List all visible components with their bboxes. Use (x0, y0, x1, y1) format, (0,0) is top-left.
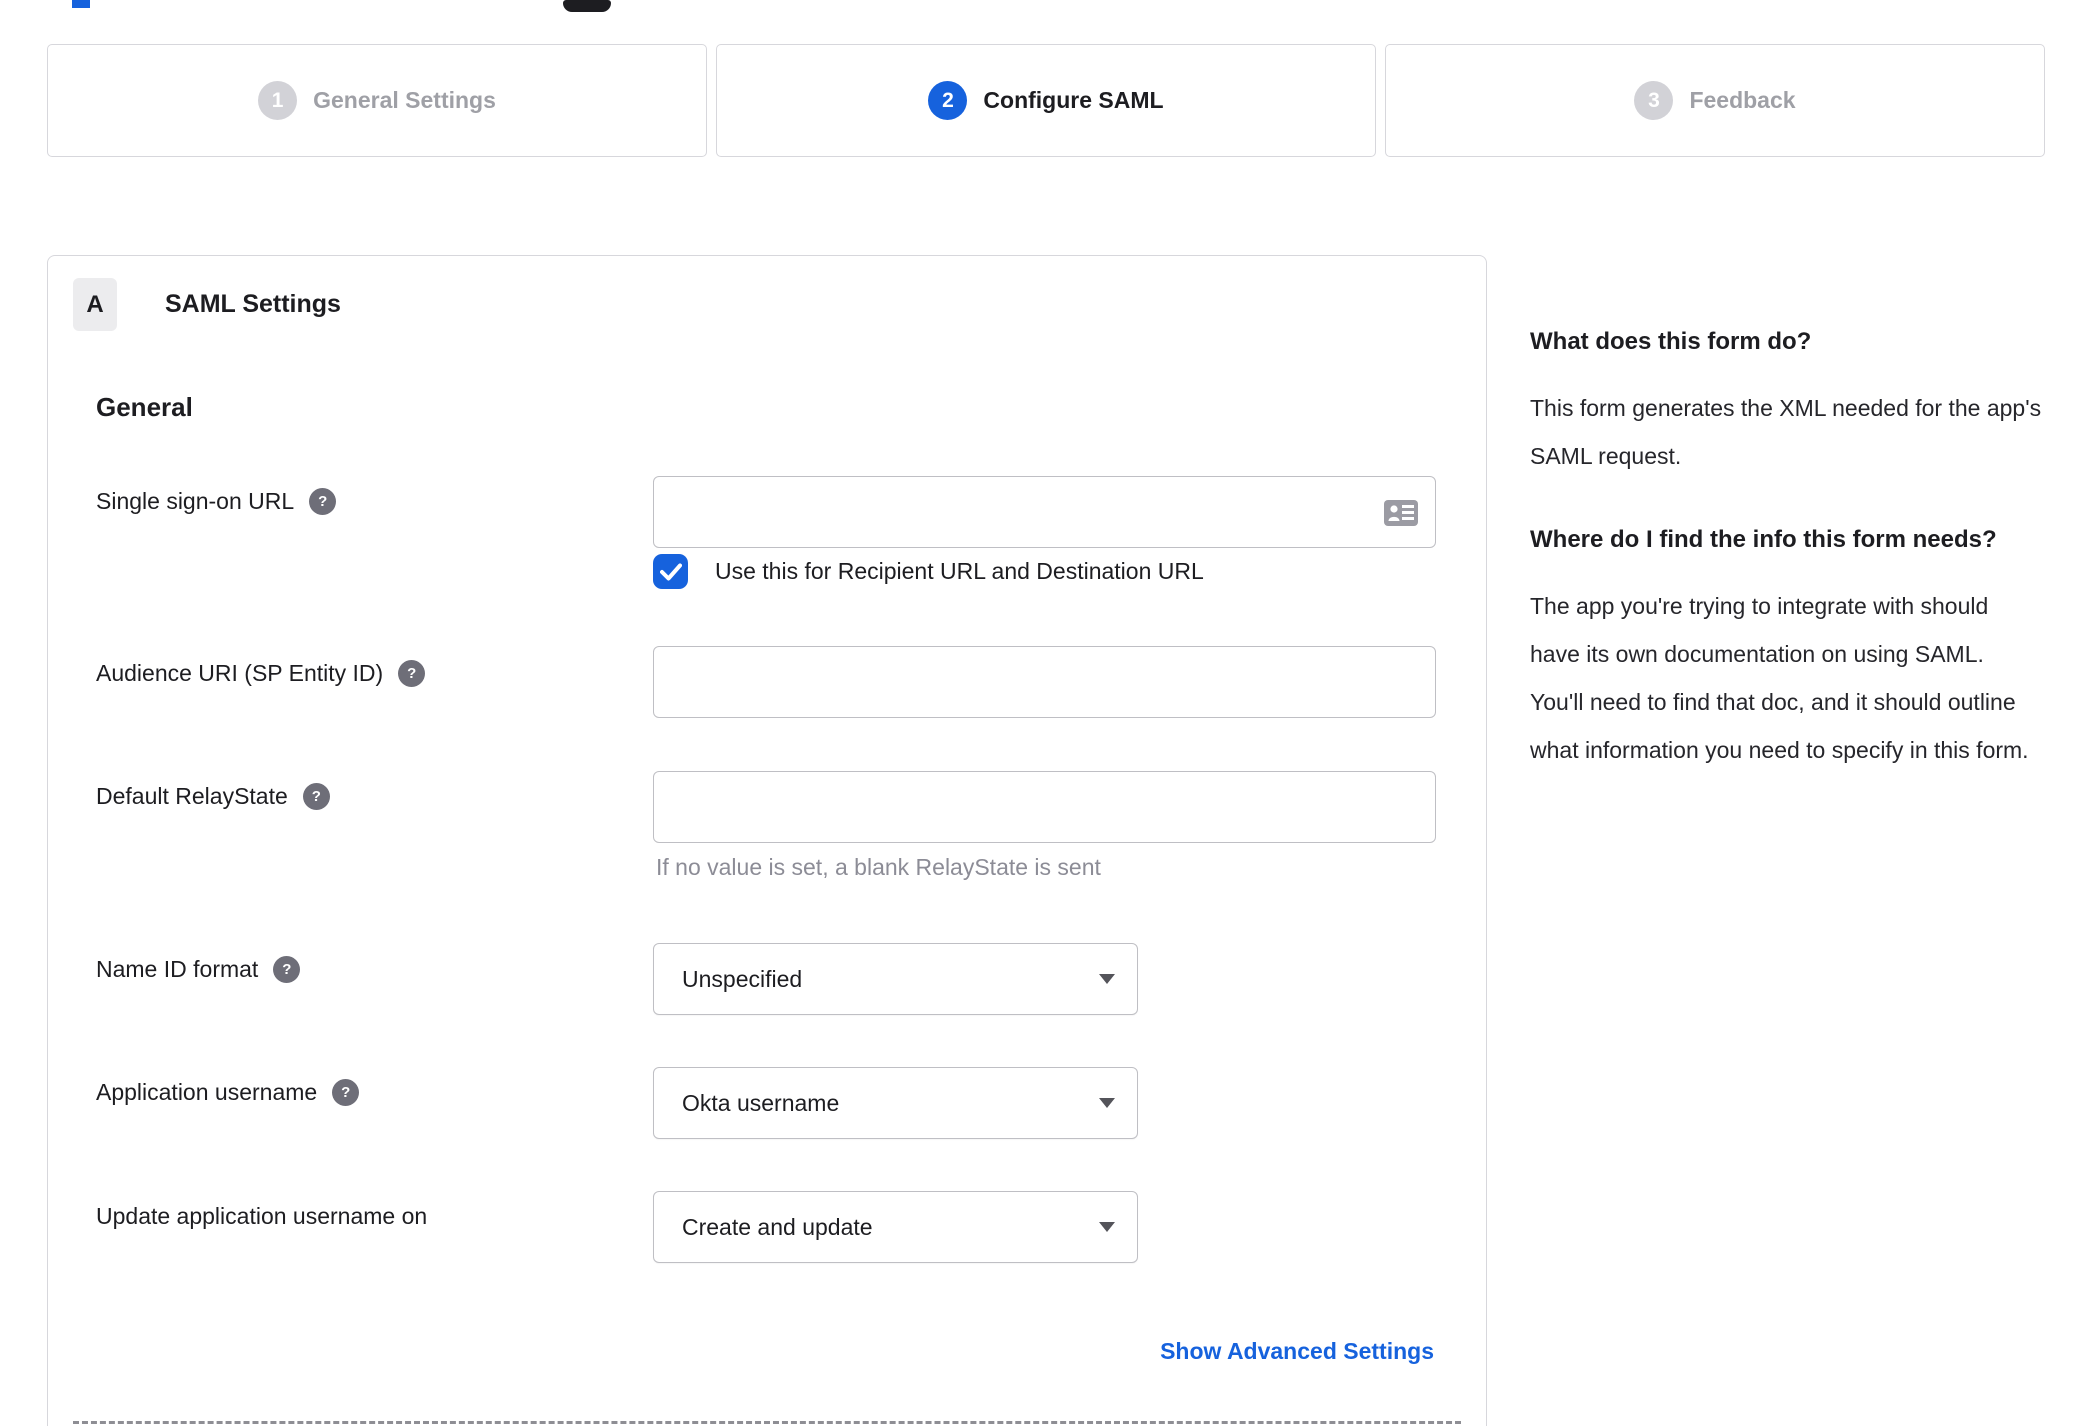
checkbox-label: Use this for Recipient URL and Destinati… (715, 558, 1204, 584)
update-username-on-select[interactable]: Create and update (653, 1191, 1138, 1263)
audience-uri-input[interactable] (654, 647, 1435, 717)
single-sign-on-url-label: Single sign-on URL ? (96, 488, 337, 515)
relaystate-hint: If no value is set, a blank RelayState i… (656, 854, 1101, 880)
help-sidebar: What does this form do? This form genera… (1530, 326, 2042, 818)
help-icon[interactable]: ? (302, 783, 330, 810)
default-relaystate-input[interactable] (654, 772, 1435, 842)
help-icon[interactable]: ? (332, 1079, 360, 1106)
update-username-on-label: Update application username on (96, 1203, 427, 1230)
section-a-badge: A (73, 278, 117, 331)
select-value: Unspecified (682, 965, 803, 992)
help-icon[interactable]: ? (398, 660, 426, 687)
contact-card-icon[interactable] (1383, 498, 1419, 528)
single-sign-on-url-field (653, 476, 1436, 548)
field-label-text: Application username (96, 1079, 318, 1105)
checkmark-icon (659, 563, 682, 580)
step-number-badge: 2 (928, 81, 968, 120)
help-body-1: This form generates the XML needed for t… (1530, 395, 2042, 469)
help-icon[interactable]: ? (309, 488, 337, 515)
help-body-2: The app you're trying to integrate with … (1530, 593, 2029, 763)
select-value: Create and update (682, 1213, 873, 1240)
default-relaystate-label: Default RelayState ? (96, 783, 330, 810)
recipient-url-checkbox-row: Use this for Recipient URL and Destinati… (653, 554, 1204, 589)
panel-title: SAML Settings (165, 290, 341, 318)
field-label-text: Single sign-on URL (96, 488, 295, 514)
application-username-select[interactable]: Okta username (653, 1067, 1138, 1139)
select-value: Okta username (682, 1089, 840, 1116)
help-heading-1: What does this form do? (1530, 328, 1812, 355)
name-id-format-label: Name ID format ? (96, 956, 301, 983)
general-section-title: General (96, 392, 193, 422)
section-dashed-divider (73, 1421, 1461, 1424)
panel-header: A SAML Settings (73, 278, 341, 331)
field-label-text: Update application username on (96, 1203, 428, 1229)
step-label: General Settings (313, 87, 496, 113)
help-icon[interactable]: ? (273, 956, 301, 983)
step-feedback[interactable]: 3 Feedback (1385, 44, 2045, 157)
audience-uri-field (653, 646, 1436, 718)
page-heading-fragment (563, 0, 611, 12)
caret-down-icon (1099, 1098, 1115, 1108)
wizard-stepper: 1 General Settings 2 Configure SAML 3 Fe… (47, 44, 2045, 157)
step-general-settings[interactable]: 1 General Settings (47, 44, 707, 157)
single-sign-on-url-input[interactable] (654, 477, 1435, 547)
step-configure-saml[interactable]: 2 Configure SAML (716, 44, 1376, 157)
use-for-recipient-url-checkbox[interactable] (653, 554, 688, 589)
help-heading-2: Where do I find the info this form needs… (1530, 526, 1997, 553)
caret-down-icon (1099, 1222, 1115, 1232)
field-label-text: Audience URI (SP Entity ID) (96, 660, 384, 686)
step-number-badge: 3 (1634, 81, 1674, 120)
step-number-badge: 1 (258, 81, 298, 120)
show-advanced-settings-link[interactable]: Show Advanced Settings (1160, 1338, 1434, 1365)
step-label: Feedback (1689, 87, 1796, 113)
saml-settings-panel: A SAML Settings General Single sign-on U… (47, 255, 1487, 1426)
name-id-format-select[interactable]: Unspecified (653, 943, 1138, 1015)
default-relaystate-field (653, 771, 1436, 843)
caret-down-icon (1099, 974, 1115, 984)
field-label-text: Default RelayState (96, 783, 288, 809)
step-label: Configure SAML (983, 87, 1164, 113)
field-label-text: Name ID format (96, 956, 259, 982)
audience-uri-label: Audience URI (SP Entity ID) ? (96, 660, 426, 687)
logo-fragment (72, 0, 90, 8)
application-username-label: Application username ? (96, 1079, 360, 1106)
